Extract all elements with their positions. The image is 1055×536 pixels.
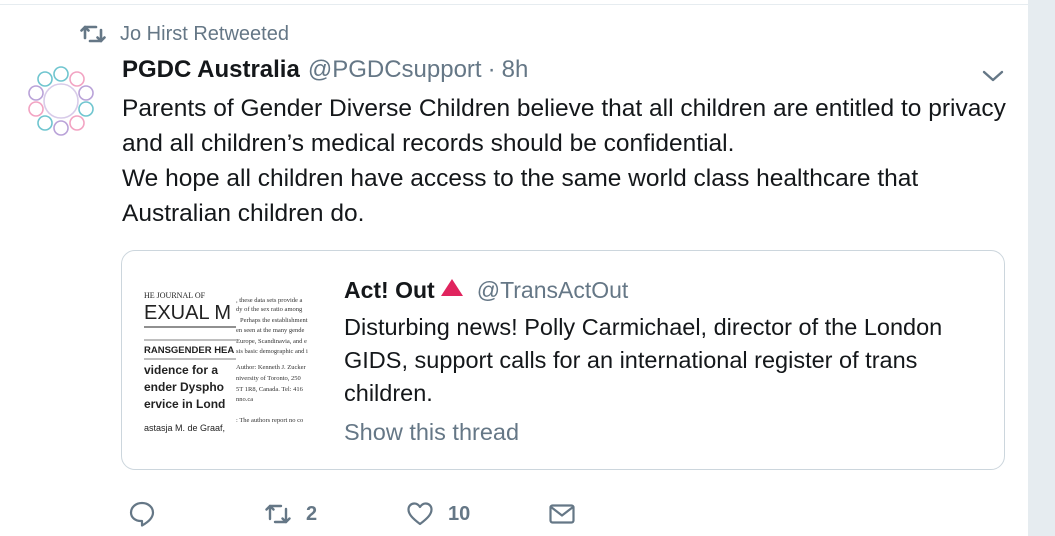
reply-button[interactable] xyxy=(128,500,156,528)
retweeted-by-label[interactable]: Jo Hirst Retweeted xyxy=(120,23,289,46)
thumb-column-line: en seen at the many gende xyxy=(236,327,305,334)
tweet-text-line: Parents of Gender Diverse Children belie… xyxy=(122,95,1006,122)
retweet-icon xyxy=(80,25,106,43)
thumb-column-line: : The authors report no co xyxy=(236,417,303,424)
thumb-column-line: Europe, Scandinavia, and e xyxy=(236,338,307,345)
quoted-text-line: GIDS, support calls for an international… xyxy=(344,347,918,373)
quoted-tweet-card[interactable]: HE JOURNAL OF EXUAL M RANSGENDER HEA vid… xyxy=(121,250,1005,470)
thumb-column-line: nno.ca xyxy=(236,396,253,403)
quoted-tweet-header: Act! Out @TransActOut xyxy=(344,277,628,304)
thumb-column-line: 5T 1R8, Canada. Tel: 416 xyxy=(236,386,304,393)
tweet-text-line: We hope all children have access to the … xyxy=(122,165,919,192)
thumb-column-line: Perhaps the establishment xyxy=(240,317,308,324)
quoted-author-handle[interactable]: @TransActOut xyxy=(477,277,629,304)
reply-icon xyxy=(129,501,155,527)
envelope-icon xyxy=(549,504,575,524)
heart-icon xyxy=(407,502,433,526)
retweet-button[interactable]: 2 xyxy=(264,500,317,528)
like-button[interactable]: 10 xyxy=(406,500,470,528)
tweet-text-line: Australian children do. xyxy=(122,200,365,227)
thumb-column-line: , these data sets provide a xyxy=(236,297,303,304)
scrollbar[interactable] xyxy=(1028,0,1055,536)
tweet-text: Parents of Gender Diverse Children belie… xyxy=(122,91,1012,231)
thumb-column-line: sis basic demographic and i xyxy=(236,348,308,355)
avatar[interactable] xyxy=(22,62,100,140)
author-handle[interactable]: @PGDCsupport xyxy=(308,56,482,84)
journal-page-image: HE JOURNAL OF EXUAL M RANSGENDER HEA vid… xyxy=(144,291,308,433)
retweet-count: 2 xyxy=(306,502,318,525)
like-count: 10 xyxy=(448,502,471,525)
quoted-text-line: Disturbing news! Polly Carmichael, direc… xyxy=(344,314,943,340)
thumb-column-line: dy of the sex ratio among xyxy=(236,306,303,313)
thumb-section: RANSGENDER HEA xyxy=(144,345,234,356)
retweet-icon xyxy=(265,504,291,524)
thumb-journal: HE JOURNAL OF xyxy=(144,291,206,300)
tweet-actions: 2 10 xyxy=(0,500,1028,532)
chevron-down-icon[interactable] xyxy=(980,66,1006,86)
quoted-author-name[interactable]: Act! Out xyxy=(344,277,435,304)
top-divider xyxy=(0,4,1028,5)
thumb-title-line: vidence for a xyxy=(144,363,218,377)
quoted-tweet-text: Disturbing news! Polly Carmichael, direc… xyxy=(344,311,984,410)
warning-triangle-icon xyxy=(440,279,463,296)
thumb-title-line: ender Dyspho xyxy=(144,380,224,394)
direct-message-button[interactable] xyxy=(548,500,576,528)
tweet-header: PGDC Australia @PGDCsupport · 8h xyxy=(122,56,528,84)
tweet-text-line: and all children’s medical records shoul… xyxy=(122,130,735,157)
quoted-text-line: children. xyxy=(344,380,433,406)
quoted-tweet-thumbnail: HE JOURNAL OF EXUAL M RANSGENDER HEA vid… xyxy=(144,287,358,437)
author-name[interactable]: PGDC Australia xyxy=(122,56,300,84)
thumb-title-line: ervice in Lond xyxy=(144,397,225,411)
thumb-column-line: Author: Kenneth J. Zucker xyxy=(236,364,307,371)
thumb-authors: astasja M. de Graaf, xyxy=(144,423,225,433)
thumb-journal-big: EXUAL M xyxy=(144,302,231,324)
tweet-timestamp[interactable]: 8h xyxy=(502,56,529,84)
retweet-context: Jo Hirst Retweeted xyxy=(80,22,289,46)
show-thread-link[interactable]: Show this thread xyxy=(344,419,519,446)
separator-dot: · xyxy=(487,56,496,83)
thumb-column-line: niversity of Toronto, 250 xyxy=(236,375,301,382)
